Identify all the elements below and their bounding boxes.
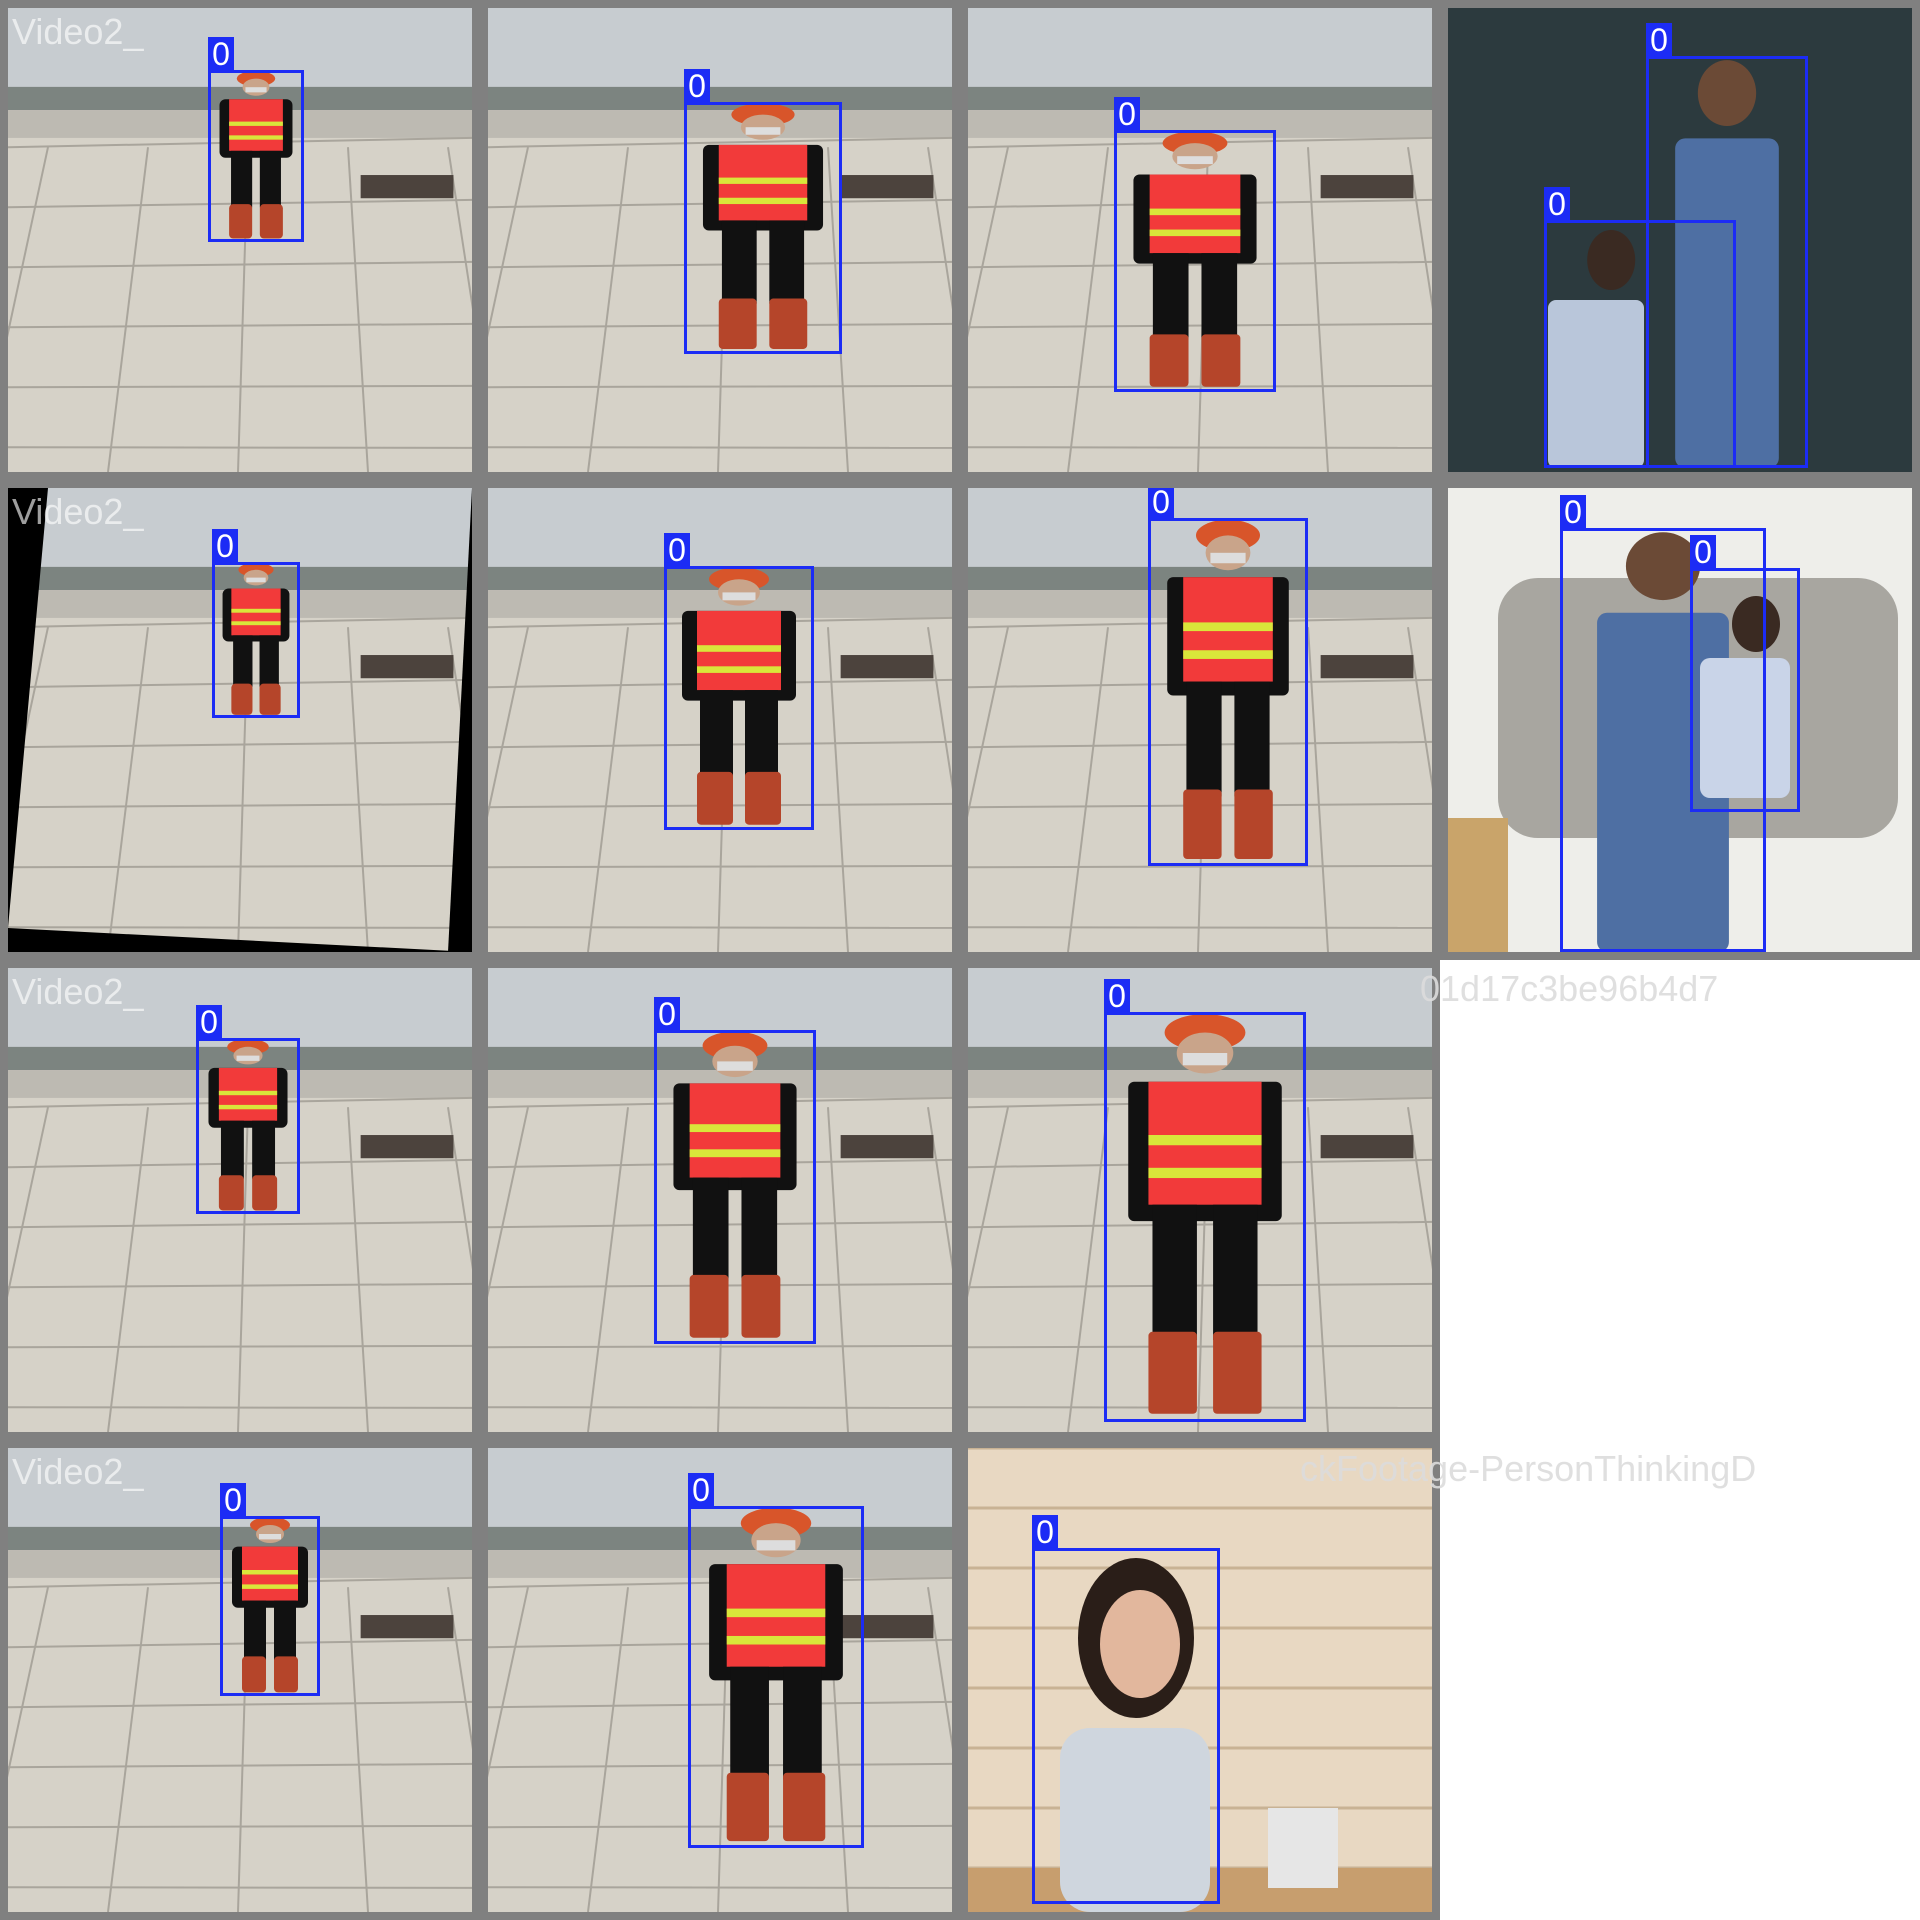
detection-box: 0	[1148, 488, 1308, 866]
overflow-filename-text: ckFootage-PersonThinkingD	[1300, 1448, 1757, 1489]
mosaic-tile: 0	[480, 960, 960, 1440]
mosaic-tile: Video2_ 0	[0, 0, 480, 480]
detection-box: 0	[688, 1473, 864, 1848]
class-label: 0	[1104, 979, 1130, 1013]
class-label: 0	[196, 1005, 222, 1039]
tile-photo	[8, 488, 472, 952]
detection-box: 0	[1646, 23, 1808, 468]
tile-filename: Video2_	[12, 971, 144, 1012]
mosaic-tile: 0	[480, 1440, 960, 1920]
class-label: 0	[208, 37, 234, 71]
detection-box: 0	[684, 69, 842, 354]
class-label: 0	[664, 533, 690, 567]
tile-filename: Video2_	[12, 491, 144, 532]
mosaic-tile: Video2_ 0	[0, 960, 480, 1440]
class-label: 0	[1544, 187, 1570, 221]
mosaic-tile: 0	[960, 480, 1440, 960]
class-label: 0	[212, 529, 238, 563]
class-label: 0	[1560, 495, 1586, 529]
class-label: 0	[1114, 97, 1140, 131]
mosaic-tile: Video2_ 0	[0, 480, 480, 960]
detection-box: 0	[196, 1005, 300, 1214]
overflow-filename-text: 01d17c3be96b4d7	[1420, 968, 1719, 1009]
detection-box: 0	[1104, 979, 1306, 1422]
tile-filename: Video2_	[12, 1451, 144, 1492]
class-label: 0	[1032, 1515, 1058, 1549]
class-label: 0	[684, 69, 710, 103]
mosaic-tile: 0	[480, 480, 960, 960]
class-label: 0	[1148, 488, 1174, 519]
class-label: 0	[688, 1473, 714, 1507]
mosaic-tile: 0	[960, 960, 1440, 1440]
detection-box: 0	[654, 997, 816, 1344]
mosaic-tile: 0	[480, 0, 960, 480]
detection-box: 0	[1114, 97, 1276, 392]
class-label: 0	[220, 1483, 246, 1517]
detection-box: 0	[1032, 1515, 1220, 1904]
mosaic-tile: Video2_ 0	[0, 1440, 480, 1920]
mosaic-tile: 00	[1440, 480, 1920, 960]
detection-box: 0	[664, 533, 814, 830]
mosaic-tile: 00	[1440, 0, 1920, 480]
mosaic-tile: 0	[960, 1440, 1440, 1920]
rooftop-background	[8, 488, 472, 952]
mosaic-tile: 0	[960, 0, 1440, 480]
detection-box: 0	[212, 529, 300, 718]
class-label: 0	[654, 997, 680, 1031]
tile-filename: Video2_	[12, 11, 144, 52]
detection-box: 0	[208, 37, 304, 242]
class-label: 0	[1646, 23, 1672, 57]
detection-box: 0	[220, 1483, 320, 1696]
detection-box: 0	[1690, 535, 1800, 812]
class-label: 0	[1690, 535, 1716, 569]
